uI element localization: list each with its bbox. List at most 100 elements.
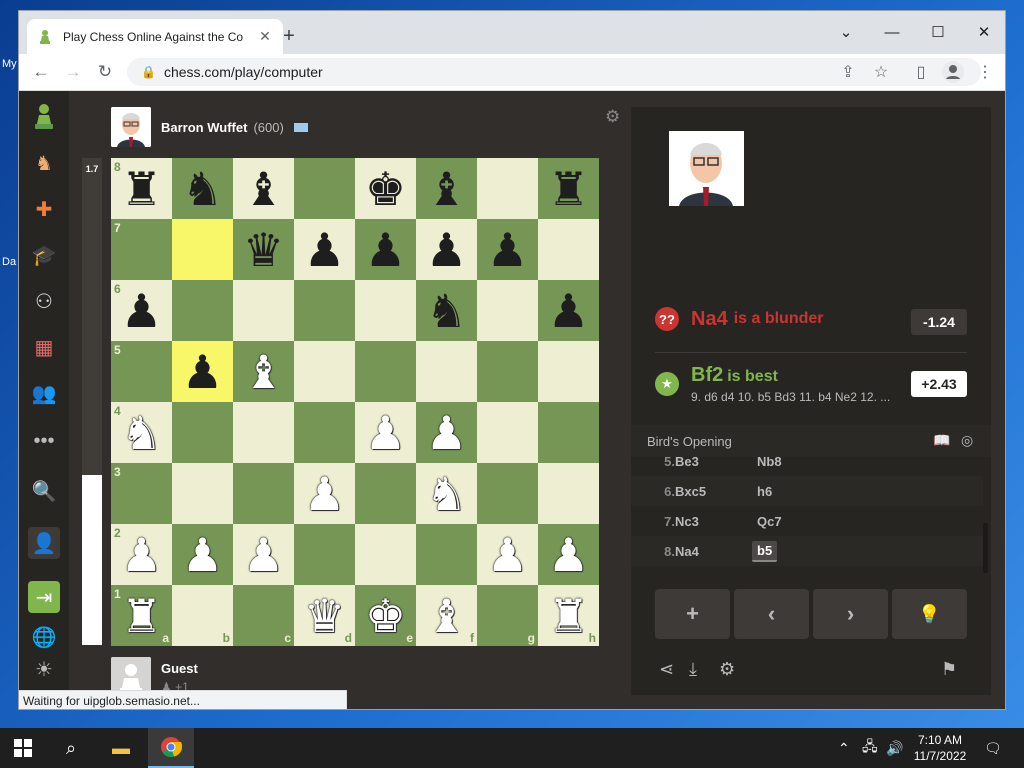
- square-e5[interactable]: [355, 341, 416, 402]
- network-icon[interactable]: 🖧: [862, 728, 878, 768]
- opponent-name[interactable]: Barron Wuffet: [161, 120, 247, 135]
- square-g8[interactable]: [477, 158, 538, 219]
- black-pawn-piece[interactable]: ♟: [365, 227, 406, 273]
- square-g5[interactable]: [477, 341, 538, 402]
- square-e3[interactable]: [355, 463, 416, 524]
- chess-logo-icon[interactable]: [28, 101, 60, 133]
- white-pawn-piece[interactable]: ♟: [243, 532, 284, 578]
- share-icon[interactable]: ⋖: [659, 659, 674, 680]
- white-pawn-piece[interactable]: ♟: [121, 532, 162, 578]
- square-b2[interactable]: ♟: [172, 524, 233, 585]
- white-pawn-piece[interactable]: ♟: [426, 410, 467, 456]
- file-explorer-icon[interactable]: ▬: [98, 728, 144, 768]
- white-pawn-piece[interactable]: ♟: [548, 532, 589, 578]
- next-move-button[interactable]: ›: [813, 589, 888, 639]
- square-e7[interactable]: ♟: [355, 219, 416, 280]
- black-pawn-piece[interactable]: ♟: [487, 227, 528, 273]
- square-a4[interactable]: 4 ♞: [111, 402, 172, 463]
- black-rook-piece[interactable]: ♜: [121, 166, 162, 212]
- square-b5[interactable]: ♟: [172, 341, 233, 402]
- white-rook-piece[interactable]: ♜: [121, 593, 162, 639]
- square-e6[interactable]: [355, 280, 416, 341]
- black-bishop-piece[interactable]: ♝: [243, 166, 284, 212]
- sign-in-icon[interactable]: ⇥: [28, 581, 60, 613]
- resign-flag-icon[interactable]: ⚑: [941, 659, 957, 680]
- windows-start-icon[interactable]: [0, 728, 46, 768]
- news-icon[interactable]: ▦: [28, 331, 60, 363]
- white-bishop-piece[interactable]: ♝: [426, 593, 467, 639]
- black-move[interactable]: b5: [752, 540, 778, 562]
- white-pawn-piece[interactable]: ♟: [304, 471, 345, 517]
- globe-icon[interactable]: 🌐: [28, 621, 60, 653]
- square-g1[interactable]: g: [477, 585, 538, 646]
- notifications-icon[interactable]: 🗨: [984, 728, 1002, 768]
- black-pawn-piece[interactable]: ♟: [426, 227, 467, 273]
- browser-tab[interactable]: Play Chess Online Against the Co ✕: [27, 19, 283, 54]
- square-h7[interactable]: [538, 219, 599, 280]
- square-c4[interactable]: [233, 402, 294, 463]
- square-f2[interactable]: [416, 524, 477, 585]
- black-move[interactable]: Qc7: [752, 512, 787, 531]
- square-b1[interactable]: b: [172, 585, 233, 646]
- square-f7[interactable]: ♟: [416, 219, 477, 280]
- white-rook-piece[interactable]: ♜: [548, 593, 589, 639]
- explorer-compass-icon[interactable]: ◎: [961, 432, 973, 449]
- square-f6[interactable]: ♞: [416, 280, 477, 341]
- square-d7[interactable]: ♟: [294, 219, 355, 280]
- chess-board[interactable]: 8 ♜ ♞ ♝ ♚ ♝ ♜ 7 ♛ ♟ ♟ ♟ ♟ 6 ♟ ♞ ♟ 5 ♟ ♝ 4 ♞ ♟ ♟ 3 ♟ ♞ 2 ♟ ♟ ♟ ♟ ♟ 1 a ♜ b c d ♛…: [111, 158, 599, 646]
- white-knight-piece[interactable]: ♞: [426, 471, 467, 517]
- tab-close-icon[interactable]: ✕: [257, 28, 273, 45]
- add-friend-icon[interactable]: 👤: [28, 527, 60, 559]
- search-icon[interactable]: ⌕: [48, 728, 94, 768]
- volume-icon[interactable]: 🔊: [886, 728, 903, 768]
- white-move[interactable]: Bxc5: [675, 484, 706, 499]
- square-f3[interactable]: ♞: [416, 463, 477, 524]
- square-d8[interactable]: [294, 158, 355, 219]
- tray-chevron-icon[interactable]: ⌃: [838, 728, 850, 768]
- system-clock[interactable]: 7:10 AM 11/7/2022: [908, 732, 972, 764]
- watch-icon[interactable]: ⚇: [28, 285, 60, 317]
- square-a1[interactable]: 1 a ♜: [111, 585, 172, 646]
- puzzles-icon[interactable]: ✚: [28, 193, 60, 225]
- square-c7[interactable]: ♛: [233, 219, 294, 280]
- square-g2[interactable]: ♟: [477, 524, 538, 585]
- square-h2[interactable]: ♟: [538, 524, 599, 585]
- social-icon[interactable]: 👥: [28, 377, 60, 409]
- white-pawn-piece[interactable]: ♟: [365, 410, 406, 456]
- square-a5[interactable]: 5: [111, 341, 172, 402]
- search-icon[interactable]: 🔍: [28, 475, 60, 507]
- black-knight-piece[interactable]: ♞: [426, 288, 467, 334]
- more-icon[interactable]: •••: [28, 425, 60, 457]
- square-b7[interactable]: [172, 219, 233, 280]
- book-icon[interactable]: 📖: [933, 432, 950, 449]
- white-bishop-piece[interactable]: ♝: [243, 349, 284, 395]
- move-list-scrollbar[interactable]: [983, 523, 988, 573]
- hint-lightbulb-icon[interactable]: 💡: [892, 589, 967, 639]
- square-c6[interactable]: [233, 280, 294, 341]
- square-f1[interactable]: f ♝: [416, 585, 477, 646]
- square-g6[interactable]: [477, 280, 538, 341]
- square-g4[interactable]: [477, 402, 538, 463]
- tab-search-chevron-icon[interactable]: ⌄: [823, 17, 869, 47]
- settings-gear-icon[interactable]: ⚙: [719, 659, 735, 680]
- black-queen-piece[interactable]: ♛: [243, 227, 284, 273]
- square-f5[interactable]: [416, 341, 477, 402]
- white-move[interactable]: Be3: [675, 457, 699, 469]
- square-e8[interactable]: ♚: [355, 158, 416, 219]
- square-h4[interactable]: [538, 402, 599, 463]
- black-knight-piece[interactable]: ♞: [182, 166, 223, 212]
- square-h3[interactable]: [538, 463, 599, 524]
- share-icon[interactable]: ⇪: [834, 58, 862, 86]
- square-h5[interactable]: [538, 341, 599, 402]
- profile-avatar-icon[interactable]: [939, 58, 967, 86]
- minimize-icon[interactable]: —: [869, 17, 915, 47]
- black-pawn-piece[interactable]: ♟: [182, 349, 223, 395]
- black-king-piece[interactable]: ♚: [365, 166, 406, 212]
- square-a2[interactable]: 2 ♟: [111, 524, 172, 585]
- guest-name[interactable]: Guest: [161, 661, 198, 676]
- new-game-button[interactable]: +: [655, 589, 730, 639]
- new-tab-button[interactable]: +: [277, 25, 301, 49]
- black-bishop-piece[interactable]: ♝: [426, 166, 467, 212]
- bookmark-star-icon[interactable]: ☆: [867, 58, 895, 86]
- square-h6[interactable]: ♟: [538, 280, 599, 341]
